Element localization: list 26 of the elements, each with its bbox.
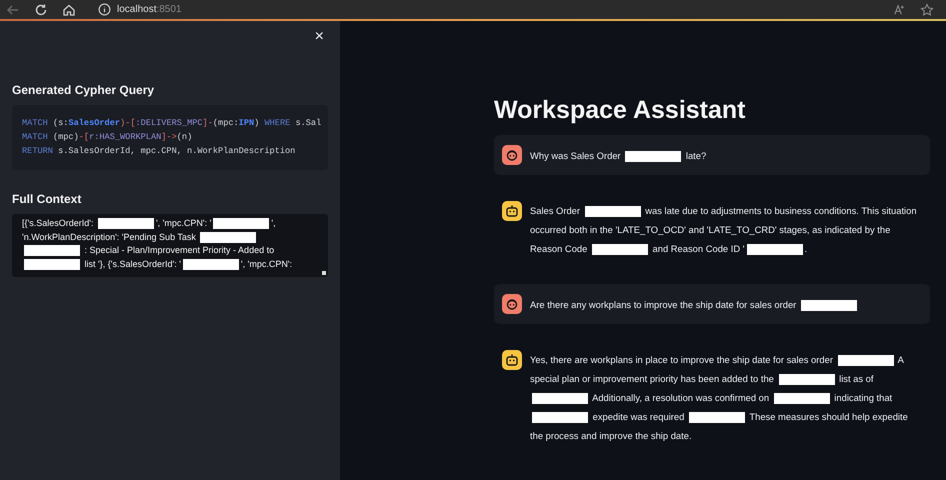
user-avatar-icon (502, 294, 522, 314)
message-text: Are there any workplans to improve the ship date for sales order (530, 294, 859, 314)
message-text: Sales Order was late due to adjustments to business conditions. This situation occurred both in the 'LATE_TO_OCD' and 'LATE_TO_CRD' stages, as indicated by the Reason Code and Reason Code ID ' . (530, 204, 918, 258)
back-icon[interactable] (6, 2, 20, 16)
section-heading: Full Context (12, 192, 82, 206)
page-title: Workspace Assistant (494, 96, 746, 125)
info-icon (98, 3, 111, 16)
address-bar[interactable]: localhost:8501 (98, 3, 182, 16)
home-icon[interactable] (62, 2, 76, 16)
context-text: [{'s.SalesOrderId': ', 'mpc.CPN': ' ', 'n.WorkPlanDescription': 'Pending Sub Task : Special - Plan/Improvement Priority - Added to list '}, {'s.SalesOrderId': ' ', 'mpc.CPN': (22, 217, 294, 271)
reload-icon[interactable] (34, 2, 48, 16)
section-heading: Generated Cypher Query (12, 83, 154, 97)
message-text: Why was Sales Order late? (530, 148, 706, 164)
user-avatar-icon (502, 145, 522, 165)
star-icon[interactable] (920, 2, 934, 16)
close-button[interactable]: × (310, 29, 328, 45)
code-line: MATCH (s:SalesOrder)-[:DELIVERS_MPC]-(mpc:IPN) WHERE s.Sal (22, 117, 322, 130)
code-line: RETURN s.SalesOrderId, mpc.CPN, n.WorkPlanDescription (22, 145, 296, 158)
robot-avatar-icon (502, 201, 522, 221)
url-host: localhost (117, 4, 156, 15)
url-port: :8501 (156, 4, 182, 15)
read-aloud-icon[interactable] (893, 3, 906, 16)
resize-handle[interactable] (322, 271, 326, 275)
robot-avatar-icon (502, 350, 522, 370)
code-line: MATCH (mpc)-[r:HAS_WORKPLAN]->(n) (22, 131, 192, 144)
message-text: Yes, there are workplans in place to improve the ship date for sales order A special plan or improvement priority has been added to the list as of Additionally, a resolution was confirmed on indicating that expedite was required These measures should help expedite the process and improve the ship date. (530, 353, 909, 443)
